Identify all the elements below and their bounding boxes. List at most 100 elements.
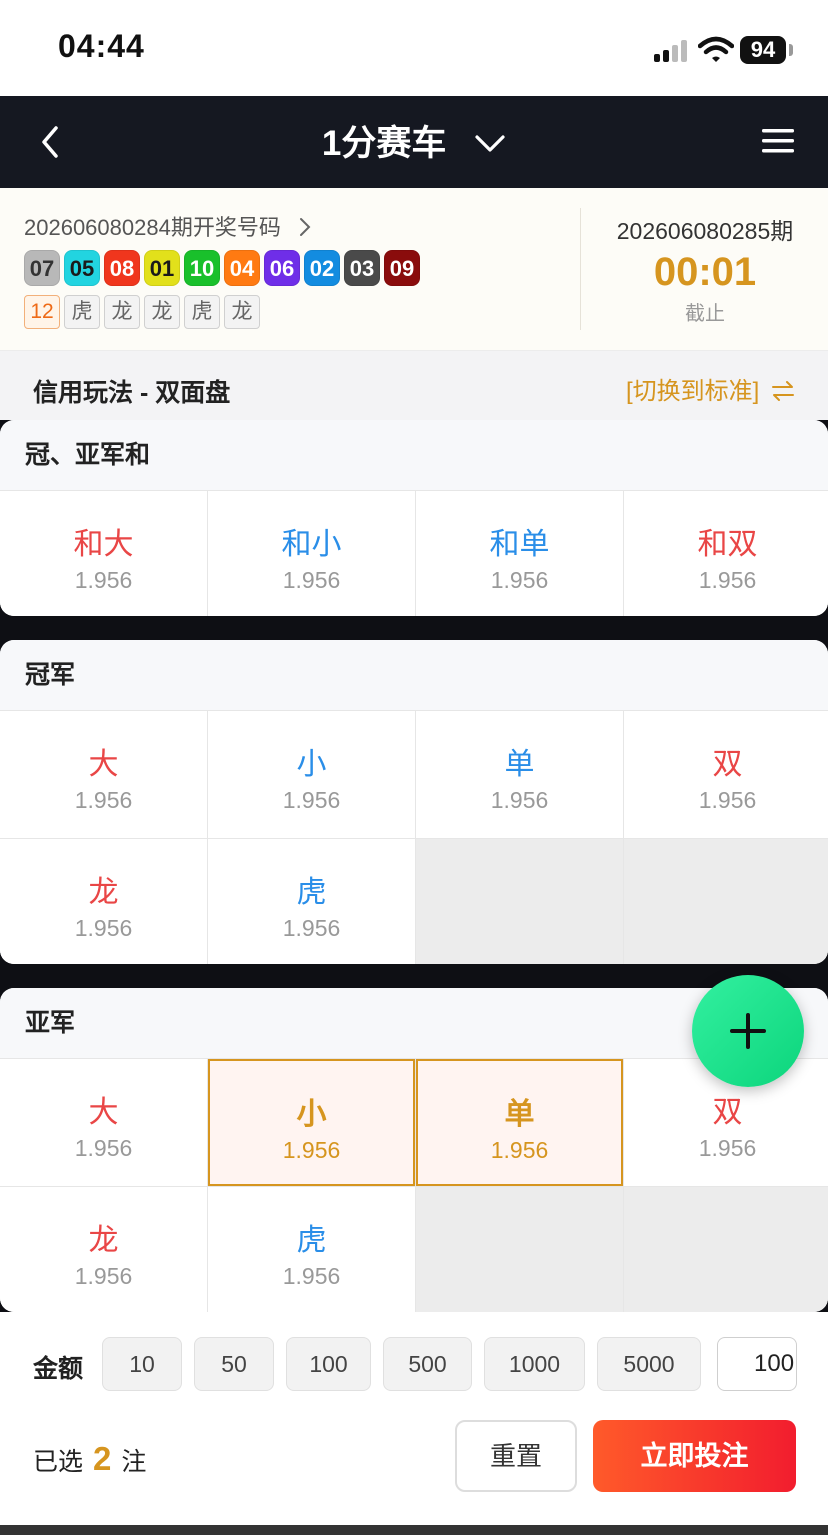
bet-option-label: 小	[296, 1098, 327, 1131]
menu-icon[interactable]	[760, 126, 796, 156]
bet-option-label: 龙	[88, 876, 119, 909]
bet-option-label: 双	[712, 748, 743, 781]
draw-ball: 09	[384, 250, 420, 286]
bet-grid: 和大 1.956 和小 1.956 和单 1.956 和双 1.956	[0, 490, 828, 616]
chip-10[interactable]: 10	[102, 1337, 182, 1391]
chip-500[interactable]: 500	[383, 1337, 472, 1391]
bet-option[interactable]: 虎 1.956	[208, 839, 415, 964]
bet-option[interactable]: 龙 1.956	[0, 1187, 207, 1312]
previous-draw-link[interactable]: 202606080284期开奖号码	[24, 210, 311, 242]
bet-option[interactable]: 龙 1.956	[0, 839, 207, 964]
bet-option-odds: 1.956	[74, 915, 133, 941]
switch-mode-button[interactable]: [切换到标准]	[626, 371, 796, 406]
section-title: 冠、亚军和	[0, 420, 828, 490]
amount-label: 金额	[33, 1355, 84, 1383]
bet-option-odds: 1.956	[698, 567, 757, 593]
draw-tags: 12 虎龙龙虎龙	[24, 295, 260, 329]
dragon-tiger-tag: 龙	[224, 295, 260, 329]
selected-count: 2	[93, 1440, 112, 1477]
chip-1000[interactable]: 1000	[484, 1337, 585, 1391]
bet-option[interactable]: 虎 1.956	[208, 1187, 415, 1312]
next-draw: 202606080285期 00:01 截止	[582, 212, 828, 326]
bet-option-label: 虎	[296, 876, 327, 909]
chevron-down-icon	[475, 135, 505, 152]
bet-option-label: 小	[296, 748, 327, 781]
empty-cell	[624, 1187, 828, 1312]
next-period: 202606080285期	[616, 218, 794, 244]
bet-option-label: 和单	[489, 528, 550, 561]
bet-option-label: 和双	[697, 528, 758, 561]
reset-button[interactable]: 重置	[455, 1420, 577, 1492]
bet-option-odds: 1.956	[282, 787, 341, 813]
status-bar: 04:44 94	[0, 0, 828, 96]
bet-option-odds: 1.956	[282, 567, 341, 593]
bet-option-odds: 1.956	[698, 1135, 757, 1161]
bet-option[interactable]: 单 1.956	[416, 711, 623, 838]
section-title: 冠军	[0, 640, 828, 710]
bet-option[interactable]: 单 1.956	[416, 1059, 623, 1186]
status-time: 04:44	[58, 28, 145, 64]
bet-option[interactable]: 和单 1.956	[416, 491, 623, 616]
bet-option[interactable]: 和双 1.956	[624, 491, 828, 616]
bet-option-odds: 1.956	[74, 1263, 133, 1289]
bet-option-label: 大	[88, 748, 119, 781]
bet-option-odds: 1.956	[74, 567, 133, 593]
section-sum: 冠、亚军和 和大 1.956 和小 1.956 和单 1.956 和双 1.956	[0, 420, 828, 616]
sum-tag: 12	[24, 295, 60, 329]
draw-balls: 07 05 08 01 10 04 06 02 03 09	[24, 250, 420, 286]
bet-option[interactable]: 大 1.956	[0, 711, 207, 838]
bet-option[interactable]: 小 1.956	[208, 1059, 415, 1186]
bet-option-odds: 1.956	[490, 787, 549, 813]
bet-option[interactable]: 大 1.956	[0, 1059, 207, 1186]
back-icon[interactable]	[30, 118, 74, 166]
dragon-tiger-tag: 虎	[64, 295, 100, 329]
play-header: 信用玩法 - 双面盘 [切换到标准]	[0, 350, 828, 420]
draw-ball: 05	[64, 250, 100, 286]
countdown-label: 截止	[685, 303, 725, 325]
cellular-signal-icon	[654, 40, 687, 62]
draw-panel: 202606080284期开奖号码 07 05 08 01 10 04 06 02 03 09 1…	[0, 188, 828, 350]
plus-icon	[730, 1013, 766, 1049]
bet-option-label: 大	[88, 1096, 119, 1129]
add-fab-button[interactable]	[692, 975, 804, 1087]
section-champion: 冠军 大 1.956 小 1.956 单 1.956 双 1.956 龙 1.956 虎 1.956	[0, 640, 828, 964]
empty-cell	[416, 1187, 623, 1312]
empty-cell	[624, 839, 828, 964]
countdown: 00:01	[653, 250, 757, 294]
game-selector[interactable]: 1分赛车	[0, 96, 828, 190]
amount-input[interactable]: 100	[717, 1337, 797, 1391]
selected-suffix: 注	[121, 1448, 147, 1476]
selected-count-info: 已选 2 注	[33, 1440, 146, 1478]
bet-option-odds: 1.956	[698, 787, 757, 813]
draw-ball: 02	[304, 250, 340, 286]
bet-grid: 大 1.956 小 1.956 单 1.956 双 1.956 龙 1.956 虎 1.956	[0, 1058, 828, 1312]
draw-ball: 01	[144, 250, 180, 286]
battery-tip	[789, 44, 793, 56]
empty-cell	[416, 839, 623, 964]
dragon-tiger-tag: 龙	[104, 295, 140, 329]
bet-option-odds: 1.956	[282, 915, 341, 941]
dragon-tiger-tag: 虎	[184, 295, 220, 329]
chip-5000[interactable]: 5000	[597, 1337, 701, 1391]
bet-option-label: 双	[712, 1096, 743, 1129]
selected-prefix: 已选	[33, 1448, 84, 1476]
draw-ball: 03	[344, 250, 380, 286]
bet-bar: 金额 10 50 100 500 1000 5000 100 已选 2 注 重置 立…	[0, 1337, 828, 1535]
chip-50[interactable]: 50	[194, 1337, 274, 1391]
chevron-right-icon	[299, 218, 311, 236]
app-root: { "status_bar": {"time": "04:44", "batte…	[0, 0, 828, 1535]
bet-option-label: 龙	[88, 1224, 119, 1257]
bet-option-label: 和小	[281, 528, 342, 561]
bet-option[interactable]: 和大 1.956	[0, 491, 207, 616]
bet-option[interactable]: 双 1.956	[624, 711, 828, 838]
nav-title: 1分赛车	[321, 123, 447, 163]
battery-icon: 94	[740, 36, 786, 64]
bet-option-label: 单	[504, 748, 535, 781]
bet-option[interactable]: 小 1.956	[208, 711, 415, 838]
bet-option-odds: 1.956	[490, 567, 549, 593]
place-bet-button[interactable]: 立即投注	[593, 1420, 796, 1492]
bet-option[interactable]: 和小 1.956	[208, 491, 415, 616]
wifi-icon	[698, 36, 734, 62]
chip-100[interactable]: 100	[286, 1337, 371, 1391]
previous-draw-title: 202606080284期开奖号码	[24, 215, 281, 240]
